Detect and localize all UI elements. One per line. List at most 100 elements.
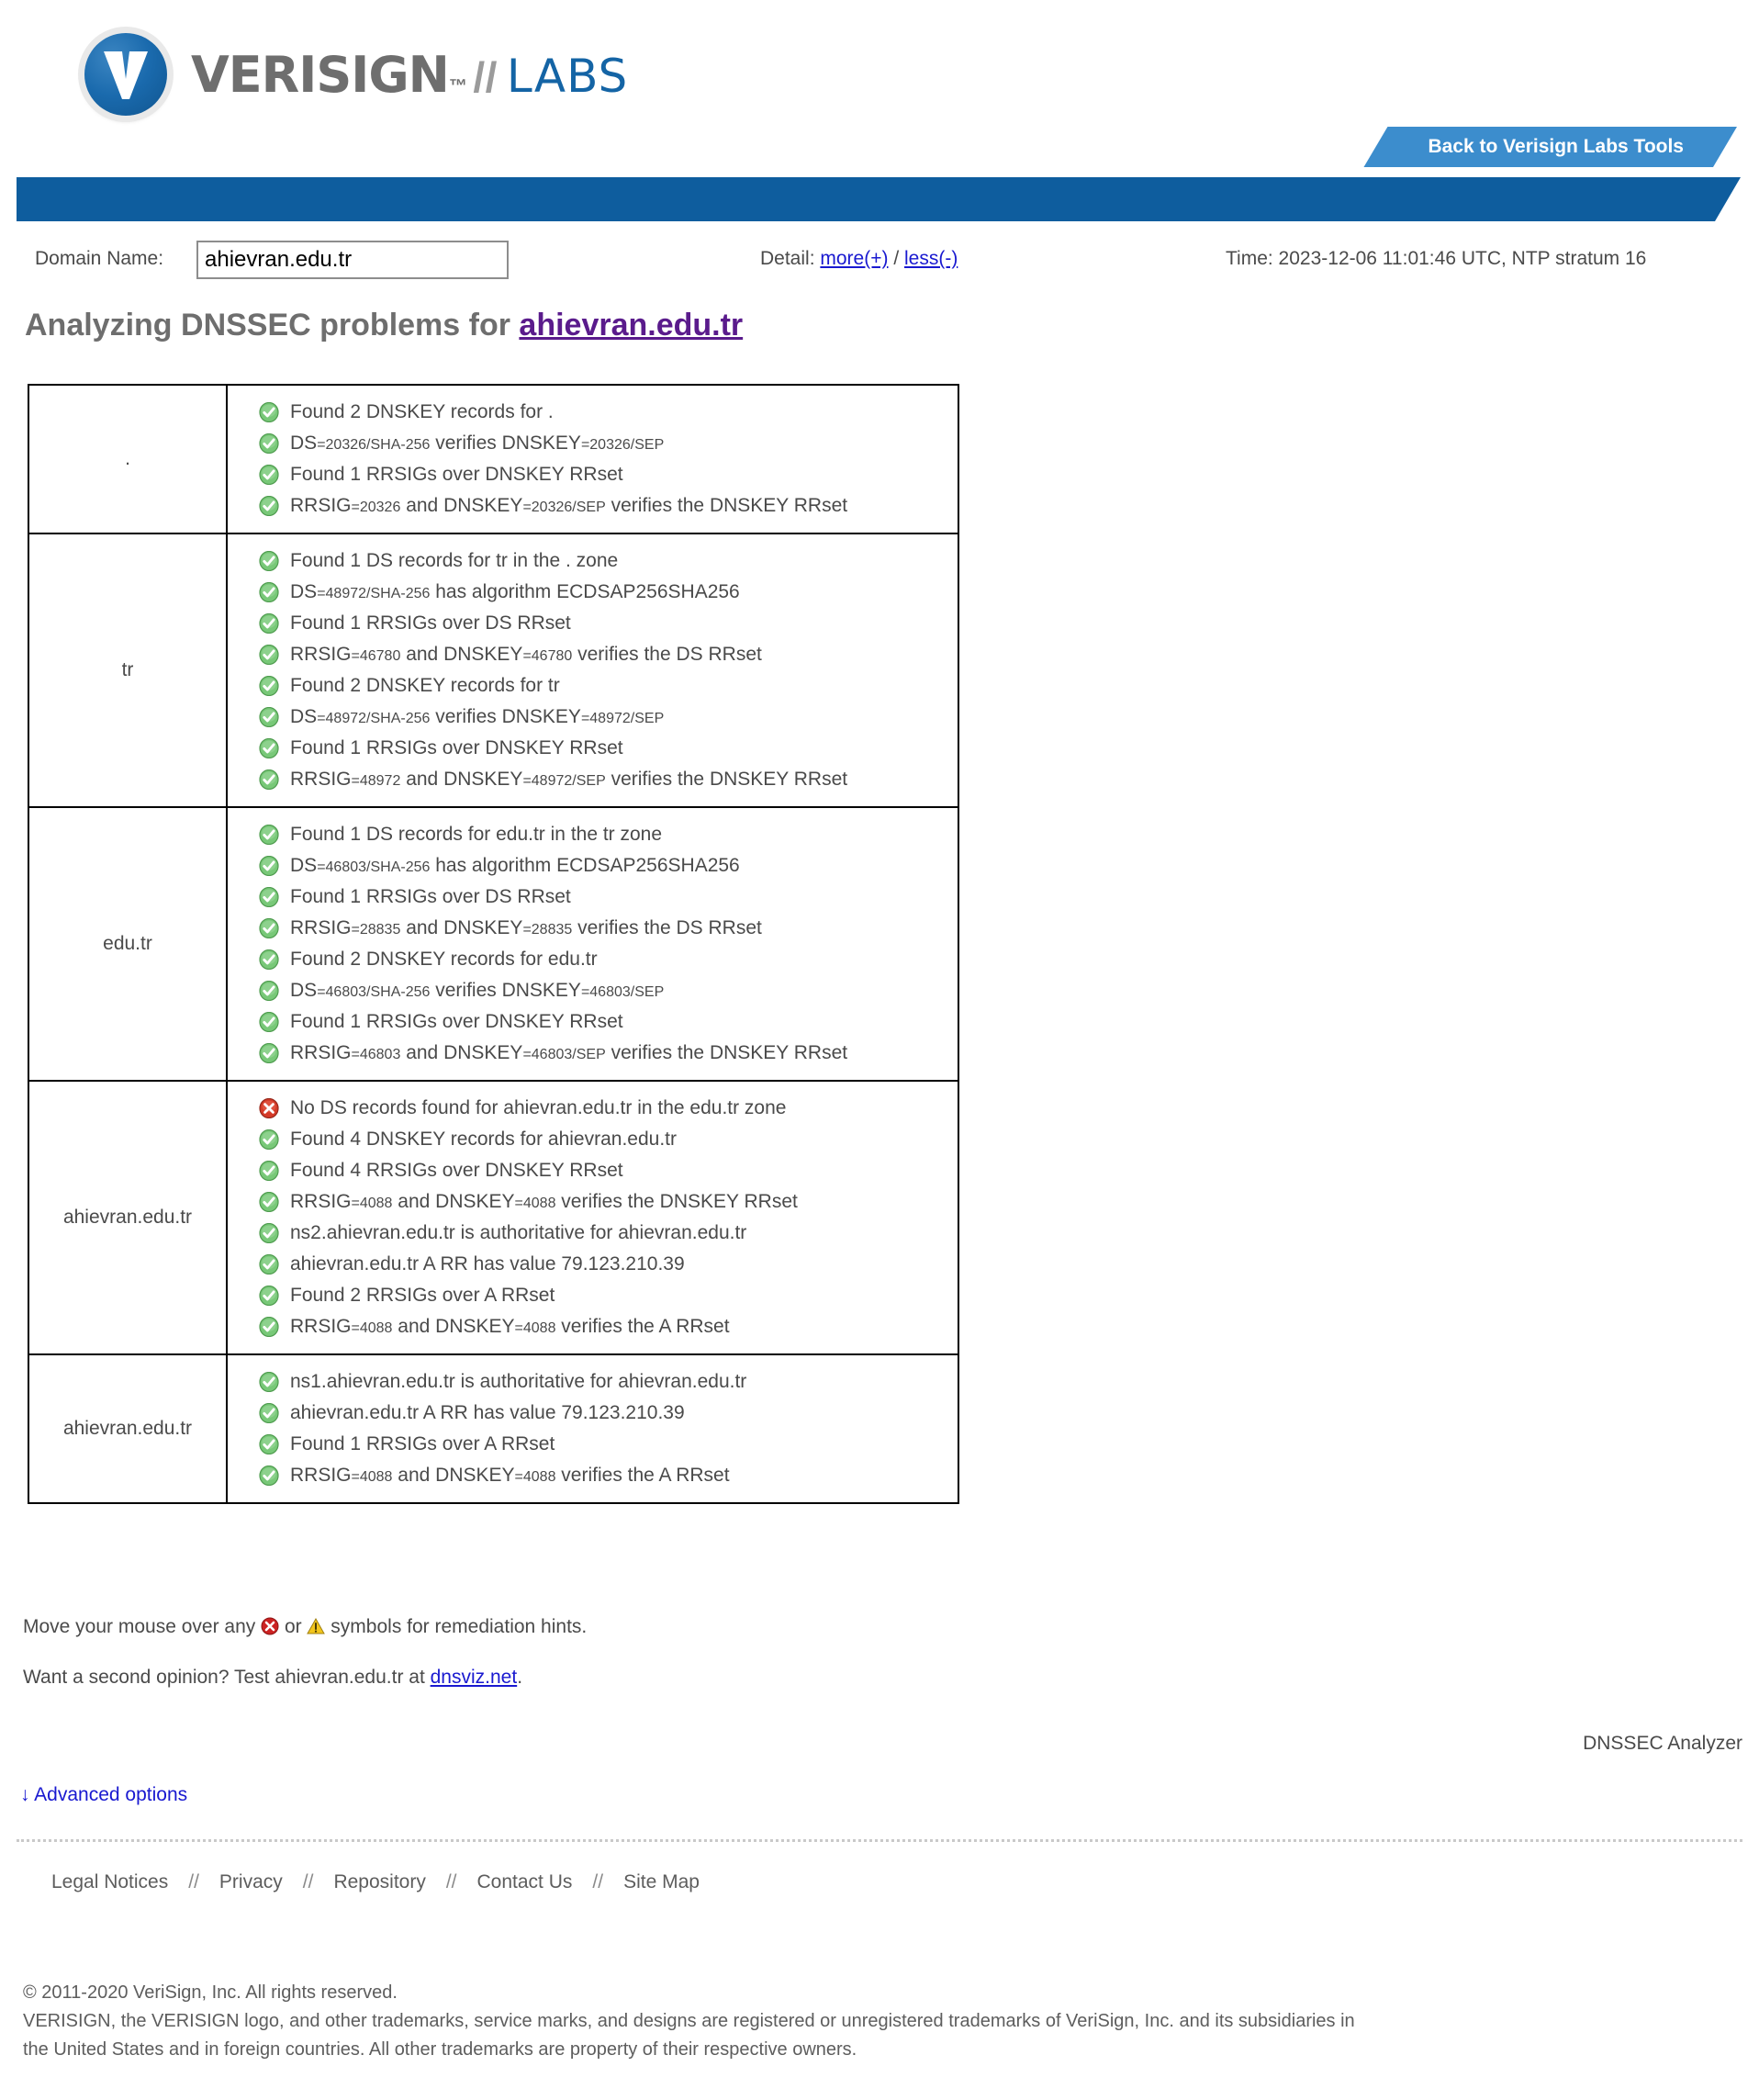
copyright-line-2: VERISIGN, the VERISIGN logo, and other t… — [23, 2011, 1355, 2031]
success-icon — [259, 465, 279, 485]
check-line: Found 1 RRSIGs over DNSKEY RRset — [228, 1006, 958, 1038]
check-text: No DS records found for ahievran.edu.tr … — [290, 1097, 787, 1118]
copyright-line-3: the United States and in foreign countri… — [23, 2039, 857, 2060]
footer-link-separator: // — [445, 1871, 457, 1892]
copyright-line-1: © 2011-2020 VeriSign, Inc. All rights re… — [23, 1982, 398, 2003]
success-icon — [259, 496, 279, 516]
checks-cell: ns1.ahievran.edu.tr is authoritative for… — [226, 1353, 959, 1504]
success-icon — [259, 676, 279, 696]
check-line: RRSIG=48972 and DNSKEY=48972/SEP verifie… — [228, 764, 958, 795]
time-status-text: Time: 2023-12-06 11:01:46 UTC, NTP strat… — [1226, 248, 1647, 269]
footer-link-contact-us[interactable]: Contact Us — [477, 1871, 573, 1892]
check-text: Found 2 DNSKEY records for . — [290, 401, 554, 422]
logo-trademark-symbol: ™ — [448, 75, 468, 96]
logo-labs-text: LABS — [506, 49, 629, 103]
check-text: DS=46803/SHA-256 verifies DNSKEY=46803/S… — [290, 980, 665, 1001]
second-opinion-prefix: Want a second opinion? Test ahievran.edu… — [23, 1667, 431, 1688]
check-line: Found 1 RRSIGs over DS RRset — [228, 882, 958, 913]
zone-name-cell: edu.tr — [28, 806, 228, 1082]
dnsviz-link[interactable]: dnsviz.net — [431, 1667, 518, 1688]
table-row: ahievran.edu.tr ns1.ahievran.edu.tr is au… — [28, 1353, 959, 1504]
check-line: RRSIG=4088 and DNSKEY=4088 verifies the … — [228, 1460, 958, 1491]
advanced-options-toggle[interactable]: ↓ Advanced options — [20, 1784, 187, 1806]
table-row: tr Found 1 DS records for tr in the . zon… — [28, 533, 959, 808]
check-line: RRSIG=46780 and DNSKEY=46780 verifies th… — [228, 639, 958, 670]
success-icon — [259, 856, 279, 876]
logo-slash-separator: // — [473, 52, 498, 101]
back-to-verisign-labs-tools-button[interactable]: Back to Verisign Labs Tools — [1363, 127, 1737, 167]
zone-name-cell: tr — [28, 533, 228, 808]
error-icon — [259, 1098, 279, 1118]
detail-more-link[interactable]: more(+) — [820, 248, 888, 269]
check-text: DS=20326/SHA-256 verifies DNSKEY=20326/S… — [290, 432, 665, 454]
zone-name-cell: ahievran.edu.tr — [28, 1353, 228, 1504]
check-text: DS=48972/SHA-256 has algorithm ECDSAP256… — [290, 581, 740, 602]
remediation-hint-note: Move your mouse over any or symbols for … — [23, 1616, 587, 1638]
domain-name-label: Domain Name: — [35, 248, 164, 269]
check-text: DS=46803/SHA-256 has algorithm ECDSAP256… — [290, 855, 740, 876]
check-line: Found 1 RRSIGs over DS RRset — [228, 608, 958, 639]
success-icon — [259, 645, 279, 665]
footer-link-separator: // — [302, 1871, 314, 1892]
check-text: Found 1 RRSIGs over DS RRset — [290, 886, 571, 907]
footer-link-repository[interactable]: Repository — [333, 1871, 425, 1892]
page-title-prefix: Analyzing DNSSEC problems for — [25, 308, 520, 343]
checks-cell: No DS records found for ahievran.edu.tr … — [226, 1080, 959, 1355]
check-text: Found 4 DNSKEY records for ahievran.edu.… — [290, 1129, 677, 1150]
footer-link-separator: // — [592, 1871, 604, 1892]
check-text: Found 2 DNSKEY records for edu.tr — [290, 949, 598, 970]
detail-less-link[interactable]: less(-) — [904, 248, 958, 269]
hint-middle-text: or — [279, 1616, 308, 1637]
check-text: ahievran.edu.tr A RR has value 79.123.21… — [290, 1402, 685, 1423]
header-blue-band — [17, 177, 1741, 221]
zone-name-cell: . — [28, 384, 228, 534]
check-text: RRSIG=4088 and DNSKEY=4088 verifies the … — [290, 1465, 730, 1486]
check-text: ns1.ahievran.edu.tr is authoritative for… — [290, 1371, 747, 1392]
success-icon — [259, 1012, 279, 1032]
check-text: Found 1 RRSIGs over DNSKEY RRset — [290, 737, 623, 758]
table-row: edu.tr Found 1 DS records for edu.tr in t… — [28, 806, 959, 1082]
check-line: DS=46803/SHA-256 verifies DNSKEY=46803/S… — [228, 975, 958, 1006]
query-form-row: Domain Name: Detail: more(+) / less(-) T… — [0, 241, 1759, 283]
footer-link-site-map[interactable]: Site Map — [623, 1871, 700, 1892]
check-line: Found 2 DNSKEY records for edu.tr — [228, 944, 958, 975]
check-text: RRSIG=28835 and DNSKEY=28835 verifies th… — [290, 917, 762, 938]
logo-verisign-text: VERISIGN — [191, 45, 450, 104]
site-header: VERISIGN ™ // LABS Back to Verisign Labs … — [0, 0, 1759, 165]
check-line: Found 1 RRSIGs over DNSKEY RRset — [228, 733, 958, 764]
footer-link-privacy[interactable]: Privacy — [219, 1871, 283, 1892]
check-line: Found 1 DS records for tr in the . zone — [228, 545, 958, 577]
success-icon — [259, 613, 279, 634]
check-line: DS=48972/SHA-256 has algorithm ECDSAP256… — [228, 577, 958, 608]
dnssec-analyzer-tag: DNSSEC Analyzer — [1583, 1733, 1742, 1754]
check-line: ahievran.edu.tr A RR has value 79.123.21… — [228, 1398, 958, 1429]
check-text: Found 4 RRSIGs over DNSKEY RRset — [290, 1160, 623, 1181]
success-icon — [259, 707, 279, 727]
copyright-block: © 2011-2020 VeriSign, Inc. All rights re… — [23, 1979, 1740, 2064]
check-text: RRSIG=4088 and DNSKEY=4088 verifies the … — [290, 1191, 798, 1212]
page-title-domain-link[interactable]: ahievran.edu.tr — [519, 308, 743, 343]
check-line: DS=48972/SHA-256 verifies DNSKEY=48972/S… — [228, 702, 958, 733]
detail-controls: Detail: more(+) / less(-) — [760, 248, 958, 270]
check-line: Found 1 DS records for edu.tr in the tr … — [228, 819, 958, 850]
success-icon — [259, 1466, 279, 1486]
check-line[interactable]: No DS records found for ahievran.edu.tr … — [228, 1093, 958, 1124]
check-text: RRSIG=20326 and DNSKEY=20326/SEP verifie… — [290, 495, 848, 516]
success-icon — [259, 949, 279, 970]
checks-cell: Found 1 DS records for edu.tr in the tr … — [226, 806, 959, 1082]
error-icon — [261, 1617, 279, 1635]
check-line: RRSIG=28835 and DNSKEY=28835 verifies th… — [228, 913, 958, 944]
table-row: ahievran.edu.tr No DS records found for a… — [28, 1080, 959, 1355]
success-icon — [259, 918, 279, 938]
check-line: RRSIG=4088 and DNSKEY=4088 verifies the … — [228, 1311, 958, 1342]
check-text: Found 1 RRSIGs over DS RRset — [290, 612, 571, 634]
footer-divider — [17, 1839, 1742, 1842]
success-icon — [259, 1317, 279, 1337]
checks-cell: Found 2 DNSKEY records for . DS=20326/SHA… — [226, 384, 959, 534]
footer-link-legal-notices[interactable]: Legal Notices — [51, 1871, 168, 1892]
success-icon — [259, 1434, 279, 1454]
second-opinion-suffix: . — [517, 1667, 523, 1688]
check-text: Found 1 RRSIGs over DNSKEY RRset — [290, 464, 623, 485]
check-line: RRSIG=46803 and DNSKEY=46803/SEP verifie… — [228, 1038, 958, 1069]
domain-name-input[interactable] — [196, 241, 509, 279]
